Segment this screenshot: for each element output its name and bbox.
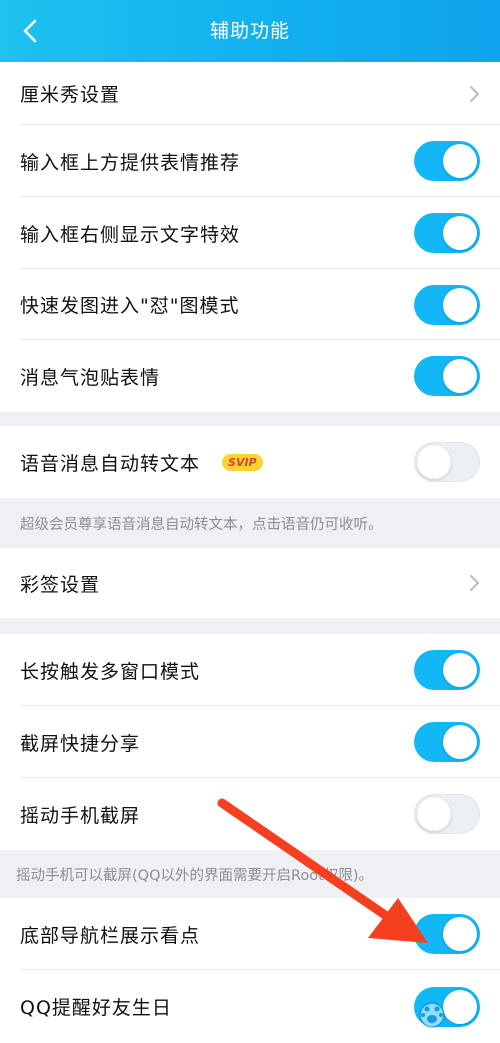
multiwindow-toggle[interactable] [414, 650, 480, 690]
chevron-right-icon [470, 85, 479, 102]
shake-note: 摇动手机可以截屏(QQ以外的界面需要开启Root权限)。 [16, 867, 373, 884]
header-bar: 辅助功能 [0, 0, 500, 62]
voice-to-text-label: 语音消息自动转文本 [20, 452, 201, 475]
quick-photo-toggle[interactable] [414, 284, 480, 325]
setting-label: 彩签设置 [20, 573, 101, 596]
bubble-sticker-toggle[interactable] [414, 356, 480, 396]
setting-row-cmshow[interactable]: 厘米秀设置 [0, 62, 500, 125]
screenshot-share-toggle[interactable] [414, 722, 480, 762]
voice-note: 超级会员尊享语音消息自动转文本，点击语音仍可收听。 [20, 516, 383, 533]
chevron-right-icon [470, 575, 479, 591]
toggle-knob [443, 917, 477, 951]
setting-label: 摇动手机截屏 [20, 804, 141, 827]
setting-label: 快速发图进入"怼"图模式 [20, 295, 240, 317]
svip-badge: SVIP [222, 453, 263, 471]
toggle-knob [443, 216, 477, 250]
setting-label: 输入框右侧显示文字特效 [20, 223, 241, 246]
setting-row-emoji-recommend: 输入框上方提供表情推荐 [0, 125, 500, 197]
setting-label: 消息气泡贴表情 [20, 366, 161, 389]
setting-row-voice-to-text: 语音消息自动转文本 SVIP [0, 426, 500, 498]
setting-row-kandian-nav: 底部导航栏展示看点 [0, 898, 500, 970]
toggle-knob [443, 287, 477, 322]
toggle-knob [417, 797, 451, 831]
setting-label: 厘米秀设置 [20, 84, 121, 106]
text-effect-toggle[interactable] [414, 213, 480, 253]
setting-row-shake-screenshot: 摇动手机截屏 [0, 778, 500, 850]
kandian-nav-toggle[interactable] [414, 914, 480, 954]
setting-label: 底部导航栏展示看点 [20, 924, 201, 947]
toggle-knob [443, 725, 477, 759]
watermark-logo [419, 1002, 445, 1028]
toggle-knob [443, 359, 477, 393]
page-title: 辅助功能 [209, 20, 290, 42]
voice-to-text-toggle[interactable] [414, 442, 480, 482]
setting-label: 截屏快捷分享 [20, 732, 141, 755]
setting-row-text-effect: 输入框右侧显示文字特效 [0, 197, 500, 269]
toggle-knob [417, 445, 451, 479]
setting-row-screenshot-share: 截屏快捷分享 [0, 706, 500, 778]
setting-row-colorsign[interactable]: 彩签设置 [0, 548, 500, 618]
setting-row-multiwindow: 长按触发多窗口模式 [0, 634, 500, 706]
toggle-knob [443, 144, 477, 178]
setting-row-bubble-sticker: 消息气泡贴表情 [0, 340, 500, 412]
emoji-recommend-toggle[interactable] [414, 141, 480, 181]
setting-label: 长按触发多窗口模式 [20, 660, 201, 683]
setting-label: 输入框上方提供表情推荐 [20, 151, 241, 174]
toggle-knob [443, 653, 477, 687]
shake-screenshot-toggle[interactable] [414, 794, 480, 834]
setting-label: QQ提醒好友生日 [20, 997, 172, 1019]
setting-row-quick-photo: 快速发图进入"怼"图模式 [0, 269, 500, 340]
setting-label: 语音消息自动转文本 SVIP [20, 426, 263, 498]
